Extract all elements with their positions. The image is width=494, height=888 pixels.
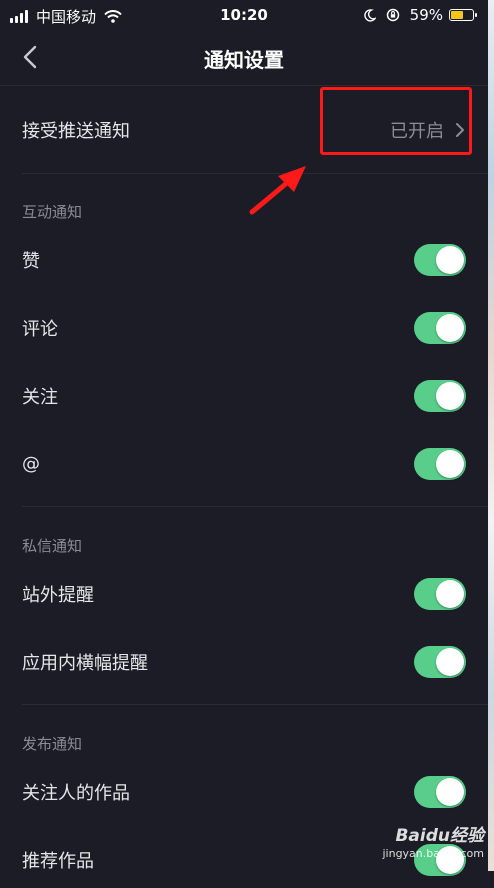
toggle-knob: [436, 648, 464, 676]
toggle-knob: [436, 314, 464, 342]
annotation-arrow-icon: [249, 166, 306, 215]
mention-toggle[interactable]: [414, 448, 466, 480]
section-title-interaction: 互动通知: [22, 203, 83, 221]
follow-toggle[interactable]: [414, 380, 466, 412]
setting-row-comment: 评论: [0, 300, 488, 356]
status-right: 59%: [363, 6, 477, 24]
nav-bar: 通知设置: [0, 32, 488, 84]
setting-label: 关注人的作品: [22, 783, 130, 804]
toggle-knob: [436, 246, 464, 274]
like-toggle[interactable]: [414, 244, 466, 276]
divider: [0, 85, 488, 86]
push-notification-label: 接受推送通知: [22, 121, 130, 142]
rotation-lock-icon: [386, 8, 399, 22]
battery-level-fill: [451, 11, 463, 19]
status-bar: 中国移动 10:20 59%: [0, 0, 488, 32]
watermark-domain: jingyan.baidu.com: [382, 847, 484, 860]
external-reminder-toggle[interactable]: [414, 578, 466, 610]
setting-label: 推荐作品: [22, 851, 94, 872]
setting-row-followed-works: 关注人的作品: [0, 764, 488, 820]
section-title-publish: 发布通知: [22, 735, 83, 753]
divider: [22, 506, 488, 507]
setting-label: 赞: [22, 251, 40, 272]
setting-label: 关注: [22, 387, 58, 408]
setting-label: 应用内横幅提醒: [22, 653, 148, 674]
section-title-messages: 私信通知: [22, 537, 83, 555]
divider: [22, 704, 488, 705]
setting-row-external-reminder: 站外提醒: [0, 566, 488, 622]
annotation-highlight-box: [320, 87, 472, 155]
toggle-knob: [436, 778, 464, 806]
comment-toggle[interactable]: [414, 312, 466, 344]
setting-label: 站外提醒: [22, 585, 94, 606]
setting-label: 评论: [22, 319, 58, 340]
followed-works-toggle[interactable]: [414, 776, 466, 808]
toggle-knob: [436, 580, 464, 608]
setting-row-follow: 关注: [0, 368, 488, 424]
battery-percent: 59%: [409, 6, 443, 24]
setting-row-in-app-banner: 应用内横幅提醒: [0, 634, 488, 690]
setting-row-like: 赞: [0, 232, 488, 288]
setting-label: @: [22, 453, 40, 475]
watermark: Baidu经验 jingyan.baidu.com: [374, 821, 484, 867]
in-app-banner-toggle[interactable]: [414, 646, 466, 678]
toggle-knob: [436, 382, 464, 410]
watermark-brand: Baidu经验: [395, 826, 484, 846]
background-edge-strip: [488, 0, 494, 871]
setting-row-mention: @: [0, 436, 488, 492]
toggle-knob: [436, 450, 464, 478]
moon-icon: [363, 8, 376, 22]
battery-icon: [449, 9, 477, 21]
page-title: 通知设置: [204, 48, 284, 72]
